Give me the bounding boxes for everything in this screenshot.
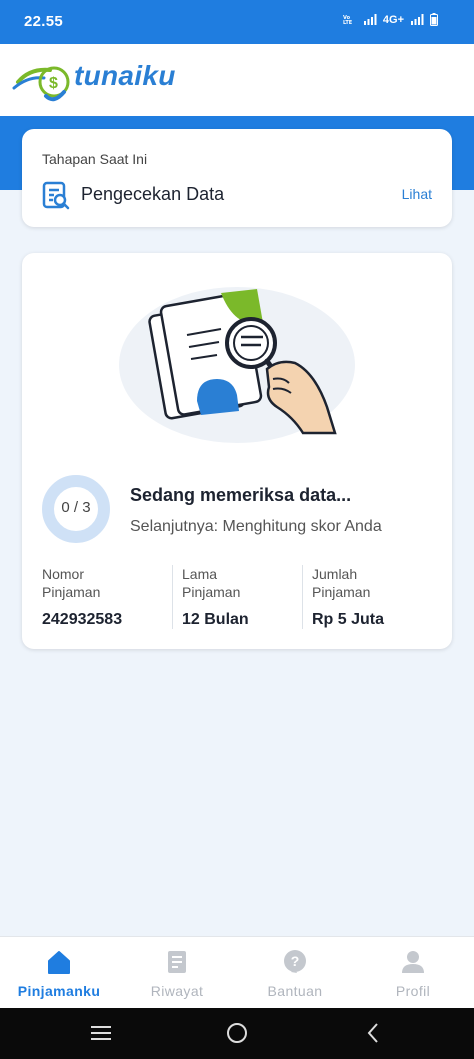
- profile-icon: [402, 951, 424, 973]
- recent-apps-icon[interactable]: [90, 1024, 112, 1042]
- home-button-icon[interactable]: [226, 1022, 248, 1044]
- svg-text:$: $: [49, 75, 58, 92]
- document-icon: [168, 951, 186, 973]
- signal-icon: [363, 14, 377, 25]
- data-check-icon: [42, 181, 70, 210]
- nav-profil[interactable]: Profil: [354, 937, 472, 1009]
- current-stage-card[interactable]: Tahapan Saat Ini Pengecekan Data Lihat: [22, 129, 452, 227]
- nav-bantuan[interactable]: ? Bantuan: [236, 937, 354, 1009]
- nav-label: Bantuan: [267, 983, 323, 999]
- bottom-navigation: Pinjamanku Riwayat ? Bantuan Profil: [0, 936, 474, 1008]
- nav-label: Riwayat: [150, 983, 204, 999]
- app-header: $ tunaiku: [0, 44, 474, 116]
- back-icon[interactable]: [366, 1022, 380, 1044]
- loan-number-value: 242932583: [42, 611, 123, 628]
- loan-amount-label: Jumlah Pinjaman: [312, 566, 371, 600]
- svg-text:LTE: LTE: [343, 20, 353, 25]
- status-bar: 22.55 Vo LTE 4G+: [0, 0, 474, 44]
- volte-icon: VoLTE: [343, 15, 353, 25]
- loan-number-label: Nomor Pinjaman: [42, 566, 101, 600]
- nav-label: Profil: [395, 983, 431, 999]
- loan-amount-value: Rp 5 Juta: [312, 611, 385, 628]
- view-stage-link[interactable]: Lihat: [402, 186, 432, 202]
- next-step-text: Selanjutnya: Menghitung skor Anda: [130, 518, 382, 535]
- document-magnifier-illustration: [119, 287, 355, 443]
- tunaiku-logo-icon: $: [12, 66, 70, 102]
- progress-text: 0 / 3: [61, 499, 91, 516]
- svg-text:?: ?: [291, 953, 300, 969]
- check-status-title: Sedang memeriksa data...: [130, 485, 352, 505]
- loan-duration-label: Lama Pinjaman: [182, 566, 241, 600]
- info-divider: [302, 565, 303, 629]
- loan-duration: Lama Pinjaman 12 Bulan: [182, 565, 272, 629]
- system-navigation-bar: [0, 1008, 474, 1059]
- stage-caption: Tahapan Saat Ini: [42, 151, 148, 167]
- signal-icon-2: [411, 14, 424, 25]
- nav-pinjamanku[interactable]: Pinjamanku: [0, 937, 118, 1009]
- data-check-card: 0 / 3 Sedang memeriksa data... Selanjutn…: [22, 253, 452, 649]
- help-icon: ?: [284, 950, 306, 973]
- loan-amount: Jumlah Pinjaman Rp 5 Juta: [312, 565, 402, 629]
- battery-icon: [430, 13, 438, 26]
- status-icons: Vo LTE 4G+: [343, 13, 438, 26]
- network-type: 4G+: [382, 13, 404, 26]
- status-time: 22.55: [24, 13, 64, 30]
- nav-label: Pinjamanku: [17, 983, 101, 999]
- nav-riwayat[interactable]: Riwayat: [118, 937, 236, 1009]
- home-icon: [48, 951, 70, 974]
- info-divider: [172, 565, 173, 629]
- loan-duration-value: 12 Bulan: [182, 611, 249, 628]
- stage-title: Pengecekan Data: [81, 184, 225, 204]
- loan-number: Nomor Pinjaman 242932583: [42, 565, 132, 629]
- logo-text: tunaiku: [74, 60, 176, 91]
